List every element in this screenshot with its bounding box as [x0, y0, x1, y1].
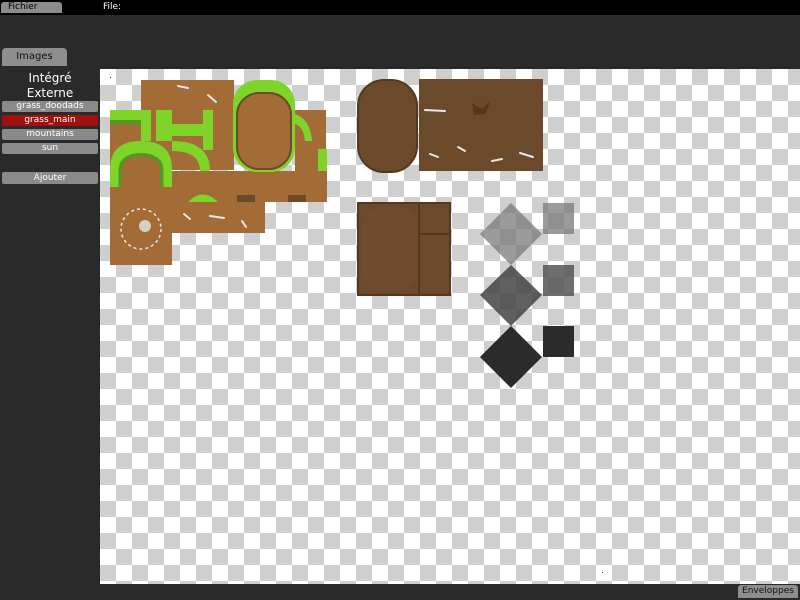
image-item-sun[interactable]: sun — [2, 143, 98, 154]
image-item-mountains[interactable]: mountains — [2, 129, 98, 140]
dark-dirt-block — [419, 79, 543, 171]
images-tab[interactable]: Images — [2, 48, 67, 66]
fichier-menu-button[interactable]: Fichier — [1, 2, 62, 13]
bottom-bar — [0, 584, 800, 600]
shade-masks — [480, 203, 574, 388]
dark-dirt-square — [357, 202, 451, 296]
dark-dirt-pillar — [357, 79, 418, 173]
image-preview-canvas[interactable] — [100, 69, 800, 584]
tileset-image — [110, 77, 603, 573]
image-item-grass-doodads[interactable]: grass_doodads — [2, 101, 98, 112]
grass-dirt-tiles — [110, 80, 327, 265]
externe-section-heading: Externe — [26, 86, 74, 100]
integre-section-heading: Intégré — [28, 71, 72, 85]
file-name-label: File: — [103, 2, 122, 12]
envelopes-button[interactable]: Enveloppes — [738, 585, 798, 598]
add-image-button[interactable]: Ajouter — [2, 172, 98, 184]
image-item-grass-main[interactable]: grass_main — [2, 115, 98, 126]
editor-window: Fichier File: Images Intégré Externe gra… — [0, 0, 800, 600]
